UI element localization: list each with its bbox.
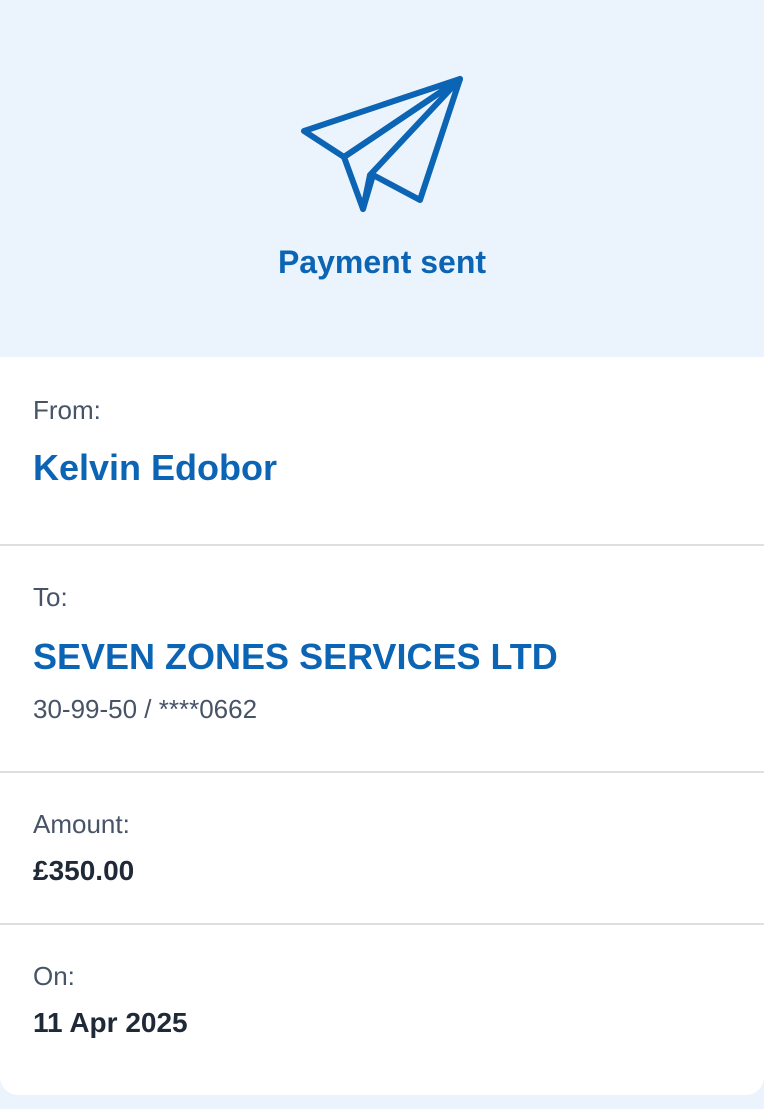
date-label: On: <box>33 961 75 991</box>
amount-label: Amount: <box>33 809 130 839</box>
payment-details-card: From: Kelvin Edobor To: SEVEN ZONES SERV… <box>0 357 764 1095</box>
amount-section: Amount: £350.00 <box>0 773 764 923</box>
amount-value: £350.00 <box>33 855 135 886</box>
payment-status-title: Payment sent <box>277 244 487 280</box>
payment-date: 11 Apr 2025 <box>33 1007 188 1038</box>
date-section: On: 11 Apr 2025 <box>0 925 764 1095</box>
payment-status-header: Payment sent <box>0 0 764 357</box>
payment-confirmation-screen: Payment sent From: Kelvin Edobor To: SEV… <box>0 0 764 1109</box>
recipient-name: SEVEN ZONES SERVICES LTD <box>33 636 558 677</box>
to-label: To: <box>33 582 68 612</box>
paper-plane-icon <box>301 76 463 212</box>
sender-name: Kelvin Edobor <box>33 447 278 488</box>
recipient-account-details: 30-99-50 / ****0662 <box>33 694 258 724</box>
to-section: To: SEVEN ZONES SERVICES LTD 30-99-50 / … <box>0 546 764 771</box>
from-section: From: Kelvin Edobor <box>0 357 764 544</box>
from-label: From: <box>33 395 101 425</box>
